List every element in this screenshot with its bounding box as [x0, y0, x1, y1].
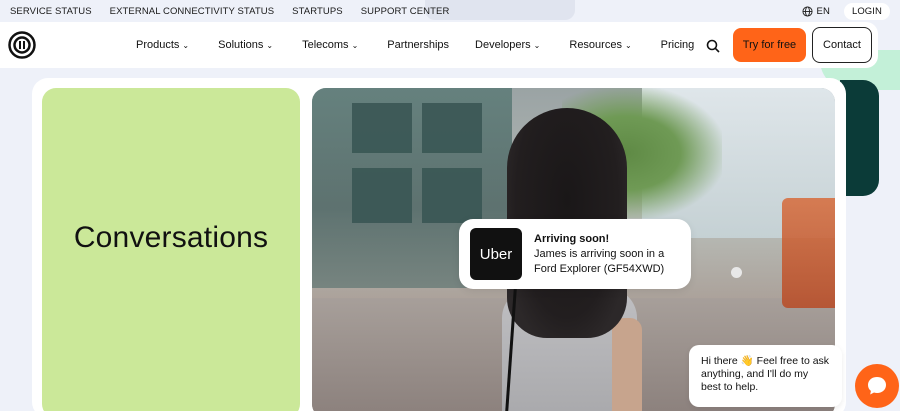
utility-link-external-connectivity[interactable]: EXTERNAL CONNECTIVITY STATUS	[110, 6, 275, 17]
photo-window	[422, 168, 482, 223]
chat-icon	[868, 377, 886, 395]
language-selector[interactable]: EN	[801, 5, 830, 17]
conversations-card: Conversations	[42, 88, 300, 411]
chevron-down-icon: ⌄	[266, 40, 274, 50]
try-for-free-button[interactable]: Try for free	[733, 28, 806, 62]
chevron-down-icon: ⌄	[533, 40, 541, 50]
notification-body: James is arriving soon in a Ford Explore…	[534, 247, 665, 275]
nav-item-label: Pricing	[660, 39, 695, 51]
nav-item-label: Products	[136, 39, 180, 51]
nav-item-products[interactable]: Products ⌄	[136, 39, 189, 51]
uber-logo: Uber	[470, 228, 522, 280]
conversations-title: Conversations	[73, 221, 269, 254]
globe-icon	[801, 5, 813, 17]
main-nav: Products ⌄ Solutions ⌄ Telecoms ⌄ Partnersh…	[0, 22, 878, 68]
utility-bar: SERVICE STATUS EXTERNAL CONNECTIVITY STA…	[0, 0, 900, 22]
chat-greeting-bubble[interactable]: Hi there 👋 Feel free to ask anything, an…	[689, 345, 842, 407]
chevron-down-icon: ⌄	[182, 40, 190, 50]
brand-logo[interactable]	[8, 31, 36, 59]
nav-menu: Products ⌄ Solutions ⌄ Telecoms ⌄ Partnersh…	[136, 39, 694, 51]
chevron-down-icon: ⌄	[351, 40, 359, 50]
notification-text: Arriving soon! James is arriving soon in…	[534, 232, 680, 277]
notification-title: Arriving soon!	[534, 232, 610, 245]
language-label: EN	[816, 5, 830, 17]
utility-link-support-center[interactable]: SUPPORT CENTER	[361, 6, 450, 17]
nav-item-resources[interactable]: Resources ⌄	[569, 39, 631, 51]
search-icon[interactable]	[705, 38, 721, 54]
chevron-down-icon: ⌄	[624, 40, 632, 50]
utility-right: EN LOGIN	[801, 2, 890, 20]
login-link[interactable]: LOGIN	[843, 2, 890, 20]
photo-window	[352, 168, 412, 223]
nav-item-partnerships[interactable]: Partnerships	[387, 39, 449, 51]
photo-bus	[782, 198, 835, 308]
photo-window	[352, 103, 412, 153]
logo-icon	[8, 31, 36, 59]
nav-item-label: Developers	[475, 39, 531, 51]
photo-window	[422, 103, 482, 153]
contact-button[interactable]: Contact	[812, 27, 872, 63]
nav-item-developers[interactable]: Developers ⌄	[475, 39, 540, 51]
nav-item-solutions[interactable]: Solutions ⌄	[218, 39, 273, 51]
nav-item-label: Telecoms	[302, 39, 349, 51]
nav-item-telecoms[interactable]: Telecoms ⌄	[302, 39, 358, 51]
uber-notification: Uber Arriving soon! James is arriving so…	[459, 219, 691, 289]
utility-link-service-status[interactable]: SERVICE STATUS	[10, 6, 92, 17]
chat-launcher-button[interactable]	[855, 364, 899, 408]
nav-item-label: Solutions	[218, 39, 264, 51]
utility-link-startups[interactable]: STARTUPS	[292, 6, 343, 17]
photo-person-arm	[612, 318, 642, 411]
nav-item-label: Resources	[569, 39, 622, 51]
carousel-dot[interactable]	[731, 267, 742, 278]
nav-item-pricing[interactable]: Pricing	[661, 39, 695, 51]
nav-item-label: Partnerships	[387, 39, 450, 51]
utility-links: SERVICE STATUS EXTERNAL CONNECTIVITY STA…	[10, 6, 449, 17]
